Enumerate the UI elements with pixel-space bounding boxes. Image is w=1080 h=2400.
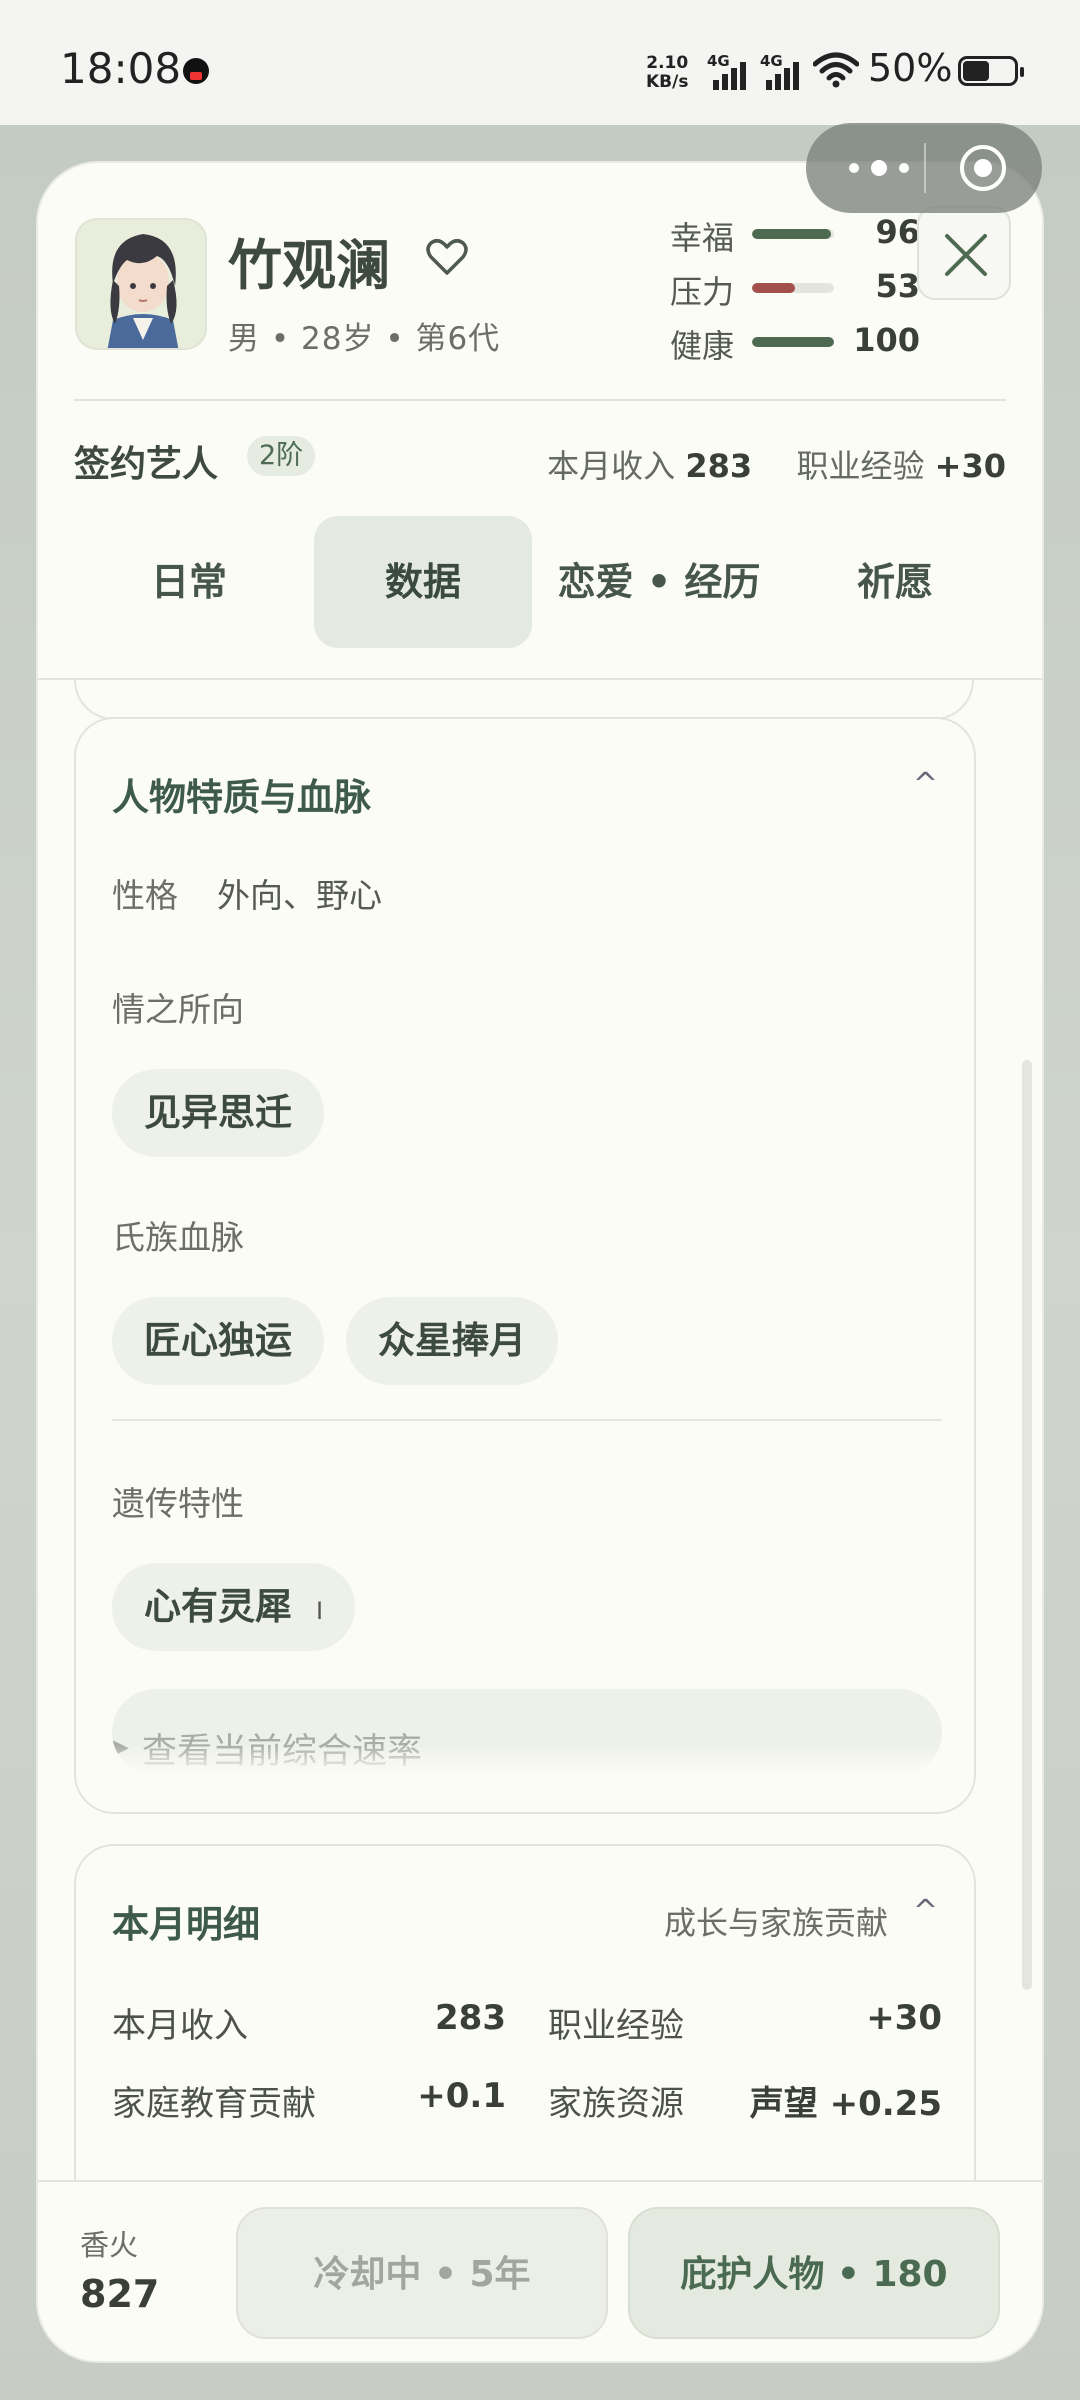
stat-value: 96 [875,213,920,251]
traits-section: 人物特质与血脉 ^ 性格 外向、野心 情之所向 见异思迁 氏族血脉 匠心独运 众… [74,717,976,1814]
hereditary-tier: I [316,1597,324,1625]
network-speed-value: 2.10 [646,53,689,73]
content-scroll-area[interactable]: 人物特质与血脉 ^ 性格 外向、野心 情之所向 见异思迁 氏族血脉 匠心独运 众… [38,680,1042,2180]
exit-miniprogram-icon[interactable] [958,143,1008,193]
income-label: 本月收入 [547,447,676,485]
detail-key: 职业经验 [548,2006,684,2046]
income-value: 283 [685,447,753,485]
favorite-heart-icon[interactable] [425,235,469,279]
network-speed: 2.10 KB/s [646,54,688,92]
detail-key: 本月收入 [112,2006,248,2046]
traits-divider [112,1419,942,1421]
detail-value: +0.1 [417,2076,506,2116]
protect-character-button[interactable]: 庇护人物 • 180 [628,2207,1000,2339]
separator-dot: • [385,321,416,357]
stat-health: 健康 100 [670,321,920,365]
career-role: 签约艺人 [74,444,219,485]
battery-percent: 50% [868,46,953,90]
view-rate-button[interactable]: ▶ 查看当前综合速率 [112,1689,942,1775]
more-options-icon[interactable] [840,153,918,183]
wifi-icon [813,52,859,88]
status-time: 18:08 [60,44,182,93]
tab-romance-history[interactable]: 恋爱 • 经历 [544,516,774,648]
monthly-detail-section: 本月明细 成长与家族贡献 ^ 本月收入 283 职业经验 +30 家庭教育贡献 … [74,1844,976,2180]
age-text: 28岁 [301,321,375,357]
generation-text: 第6代 [415,321,501,357]
header-divider [74,399,1006,401]
qq-notification-icon [183,58,209,84]
character-subinfo: 男 • 28岁 • 第6代 [228,313,500,358]
character-avatar[interactable] [75,218,207,350]
stat-bar [752,229,834,239]
incense-value: 827 [80,2272,160,2316]
collapse-icon[interactable]: ^ [913,1894,938,1929]
close-button[interactable] [917,206,1011,300]
previous-section-edge [74,680,974,720]
stat-label: 压力 [670,273,735,311]
detail-row: 家庭教育贡献 +0.1 家族资源 声望 +0.25 [112,2076,942,2124]
exp-value: +30 [934,447,1006,485]
stat-stress: 压力 53 [670,267,920,311]
status-bar: 18:08 2.10 KB/s 4G 4G 50% [0,0,1080,125]
battery-icon [958,56,1024,86]
clan-trait-chip[interactable]: 众星捧月 [346,1297,558,1385]
network-speed-unit: KB/s [646,72,689,92]
character-name: 竹观澜 [228,234,390,297]
stat-bar [752,283,834,293]
traits-section-title: 人物特质与血脉 [112,776,371,819]
rank-badge: 2阶 [247,436,316,476]
clan-trait-chip[interactable]: 匠心独运 [112,1297,324,1385]
stat-label: 幸福 [670,219,735,257]
cooldown-button[interactable]: 冷却中 • 5年 [236,2207,608,2339]
stat-bar-fill [752,337,834,347]
capsule-divider [924,143,926,193]
detail-value: 声望 +0.25 [749,2084,942,2124]
stat-value: 53 [875,267,920,305]
gender-text: 男 [228,321,260,357]
personality-value: 外向、野心 [217,876,382,915]
monthly-section-subtitle: 成长与家族贡献 [663,1904,888,1942]
career-income-line: 本月收入 283 职业经验 +30 [547,441,1006,487]
tab-bar: 日常 数据 恋爱 • 经历 祈愿 [74,516,1006,648]
personality-row: 性格 外向、野心 [112,869,382,917]
incense-label: 香火 [80,2228,139,2262]
close-icon [945,234,987,276]
stat-bar-fill [752,283,796,293]
detail-key: 家族资源 [548,2084,684,2124]
stat-happiness: 幸福 96 [670,213,920,257]
exp-label: 职业经验 [796,447,925,485]
stat-bar [752,337,834,347]
hereditary-trait-name: 心有灵犀 [144,1585,292,1628]
tab-daily[interactable]: 日常 [74,516,304,648]
action-footer: 香火 827 冷却中 • 5年 庇护人物 • 180 [38,2180,1042,2361]
signal-icon-1: 4G [707,52,751,90]
stat-bar-fill [752,229,831,239]
scrollbar[interactable] [1022,1060,1032,1990]
collapse-icon[interactable]: ^ [913,767,938,802]
separator-dot: • [270,321,301,357]
tab-wish[interactable]: 祈愿 [784,516,1006,648]
stat-label: 健康 [670,327,735,365]
signal-icon-2: 4G [760,52,804,90]
tab-data[interactable]: 数据 [314,516,532,648]
hereditary-label: 遗传特性 [112,1484,244,1523]
love-trait-chip[interactable]: 见异思迁 [112,1069,324,1157]
detail-key: 家庭教育贡献 [112,2084,316,2124]
stat-value: 100 [853,321,920,359]
personality-label: 性格 [112,876,178,915]
miniprogram-capsule [806,123,1042,213]
character-detail-card: 竹观澜 男 • 28岁 • 第6代 幸福 96 压力 53 健康 100 签约艺… [38,163,1042,2361]
love-label: 情之所向 [112,990,244,1029]
detail-value: 283 [435,1998,506,2038]
hereditary-trait-chip[interactable]: 心有灵犀 I [112,1563,356,1651]
detail-row: 本月收入 283 职业经验 +30 [112,1998,942,2046]
clan-label: 氏族血脉 [112,1218,244,1257]
monthly-section-title: 本月明细 [112,1903,260,1946]
detail-value: +30 [866,1998,942,2038]
